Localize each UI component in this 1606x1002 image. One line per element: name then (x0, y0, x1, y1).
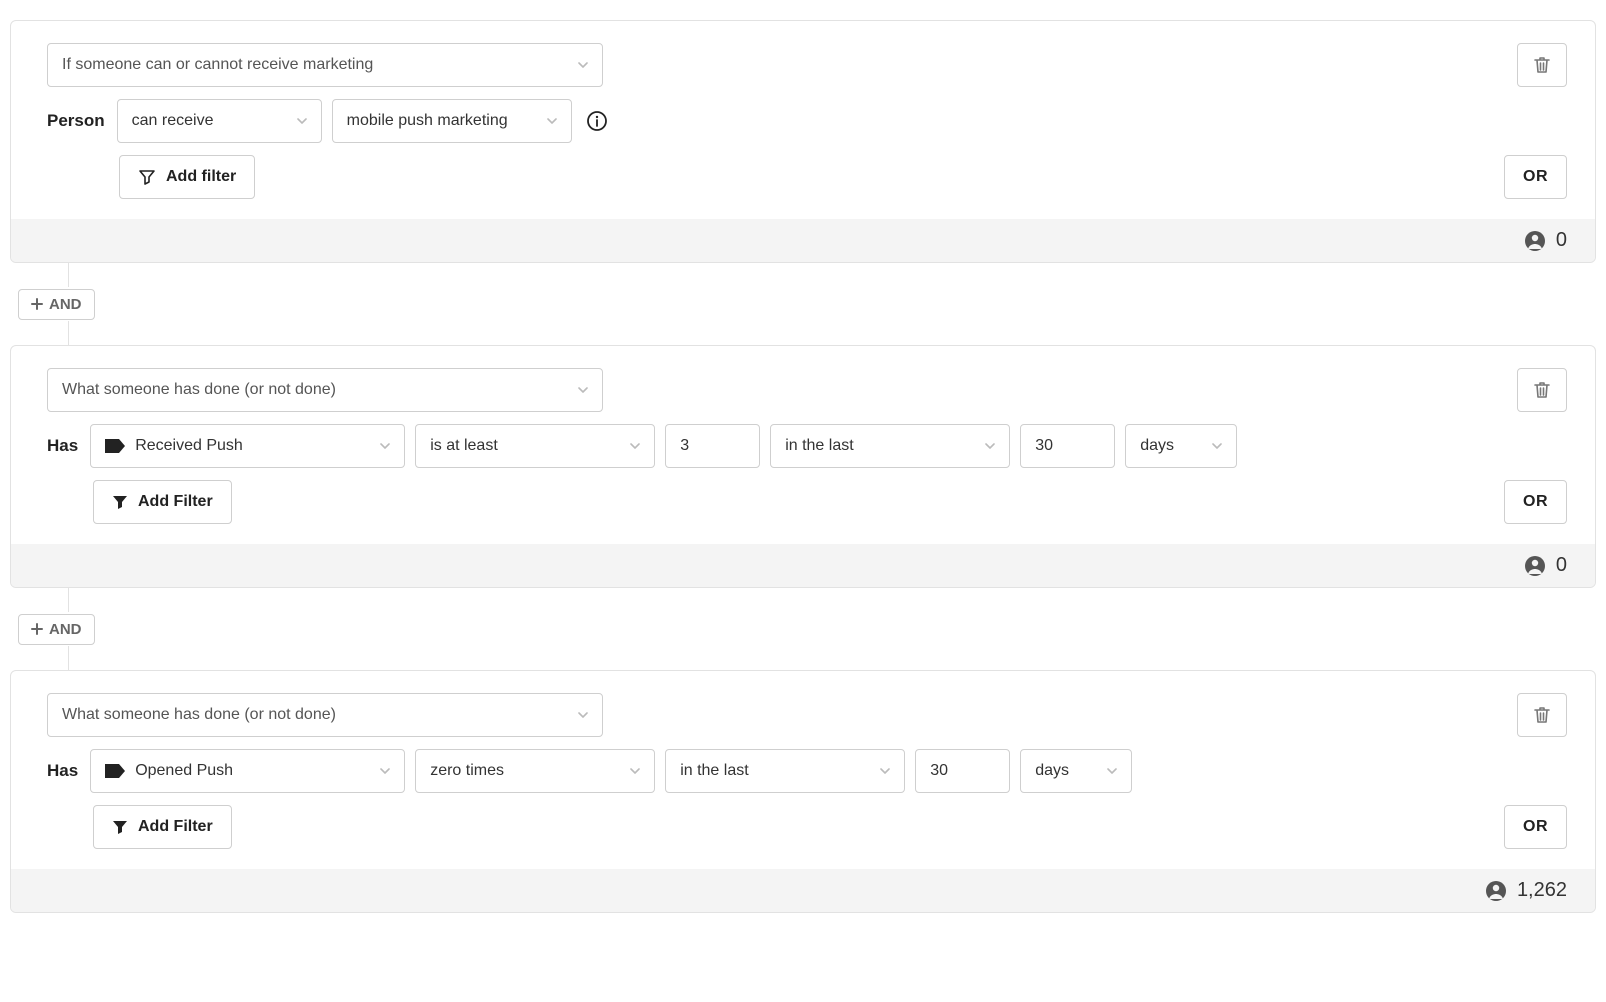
trash-icon (1534, 706, 1550, 724)
condition-type-select[interactable]: If someone can or cannot receive marketi… (47, 43, 603, 87)
range-select[interactable]: in the last (770, 424, 1010, 468)
unit-select[interactable]: days (1125, 424, 1237, 468)
chevron-down-icon (1212, 443, 1222, 449)
delete-button[interactable] (1517, 368, 1567, 412)
can-receive-label: can receive (132, 112, 214, 130)
or-label: OR (1523, 168, 1548, 186)
event-tag-icon (105, 439, 125, 453)
range-label: in the last (785, 437, 853, 455)
can-receive-select[interactable]: can receive (117, 99, 322, 143)
add-filter-button[interactable]: Add filter (119, 155, 255, 199)
filter-icon (138, 168, 156, 186)
chevron-down-icon (380, 768, 390, 774)
chevron-down-icon (578, 62, 588, 68)
event-select[interactable]: Received Push (90, 424, 405, 468)
operator-label: is at least (430, 437, 498, 455)
chevron-down-icon (630, 443, 640, 449)
or-label: OR (1523, 493, 1548, 511)
condition-block-1: If someone can or cannot receive marketi… (10, 20, 1596, 263)
chevron-down-icon (297, 118, 307, 124)
operator-value-input[interactable] (665, 424, 760, 468)
or-button[interactable]: OR (1504, 155, 1567, 199)
add-filter-label: Add filter (166, 168, 236, 186)
add-filter-label: Add Filter (138, 493, 213, 511)
or-button[interactable]: OR (1504, 480, 1567, 524)
range-value-input[interactable] (1020, 424, 1115, 468)
and-label: AND (49, 621, 82, 638)
and-connector-1: AND (10, 263, 1596, 345)
and-label: AND (49, 296, 82, 313)
has-label: Has (47, 761, 78, 781)
condition-type-select[interactable]: What someone has done (or not done) (47, 693, 603, 737)
event-label: Received Push (135, 437, 243, 455)
block-count: 1,262 (1517, 879, 1567, 902)
chevron-down-icon (985, 443, 995, 449)
unit-label: days (1035, 762, 1069, 780)
trash-icon (1534, 56, 1550, 74)
event-select[interactable]: Opened Push (90, 749, 405, 793)
has-label: Has (47, 436, 78, 456)
plus-icon (31, 623, 43, 635)
filter-icon (112, 494, 128, 510)
chevron-down-icon (578, 387, 588, 393)
chevron-down-icon (1107, 768, 1117, 774)
event-label: Opened Push (135, 762, 233, 780)
and-button[interactable]: AND (18, 289, 95, 320)
delete-button[interactable] (1517, 43, 1567, 87)
person-count-icon (1485, 880, 1507, 902)
condition-type-label: What someone has done (or not done) (62, 706, 336, 724)
block-count-footer: 1,262 (11, 869, 1595, 912)
filter-icon (112, 819, 128, 835)
plus-icon (31, 298, 43, 310)
or-button[interactable]: OR (1504, 805, 1567, 849)
unit-select[interactable]: days (1020, 749, 1132, 793)
person-label: Person (47, 111, 105, 131)
event-tag-icon (105, 764, 125, 778)
add-filter-button[interactable]: Add Filter (93, 805, 232, 849)
condition-block-3: What someone has done (or not done) Has … (10, 670, 1596, 913)
unit-label: days (1140, 437, 1174, 455)
chevron-down-icon (578, 712, 588, 718)
condition-type-label: What someone has done (or not done) (62, 381, 336, 399)
chevron-down-icon (630, 768, 640, 774)
info-icon[interactable] (586, 110, 608, 132)
block-count-footer: 0 (11, 219, 1595, 262)
trash-icon (1534, 381, 1550, 399)
range-value-input[interactable] (915, 749, 1010, 793)
or-label: OR (1523, 818, 1548, 836)
delete-button[interactable] (1517, 693, 1567, 737)
range-select[interactable]: in the last (665, 749, 905, 793)
and-connector-2: AND (10, 588, 1596, 670)
condition-type-label: If someone can or cannot receive marketi… (62, 56, 373, 74)
channel-select[interactable]: mobile push marketing (332, 99, 572, 143)
person-count-icon (1524, 230, 1546, 252)
channel-label: mobile push marketing (347, 112, 508, 130)
chevron-down-icon (880, 768, 890, 774)
condition-type-select[interactable]: What someone has done (or not done) (47, 368, 603, 412)
operator-label: zero times (430, 762, 504, 780)
block-count: 0 (1556, 229, 1567, 252)
and-button[interactable]: AND (18, 614, 95, 645)
block-count-footer: 0 (11, 544, 1595, 587)
range-label: in the last (680, 762, 748, 780)
operator-select[interactable]: zero times (415, 749, 655, 793)
operator-select[interactable]: is at least (415, 424, 655, 468)
chevron-down-icon (547, 118, 557, 124)
person-count-icon (1524, 555, 1546, 577)
add-filter-label: Add Filter (138, 818, 213, 836)
block-count: 0 (1556, 554, 1567, 577)
condition-block-2: What someone has done (or not done) Has … (10, 345, 1596, 588)
add-filter-button[interactable]: Add Filter (93, 480, 232, 524)
chevron-down-icon (380, 443, 390, 449)
